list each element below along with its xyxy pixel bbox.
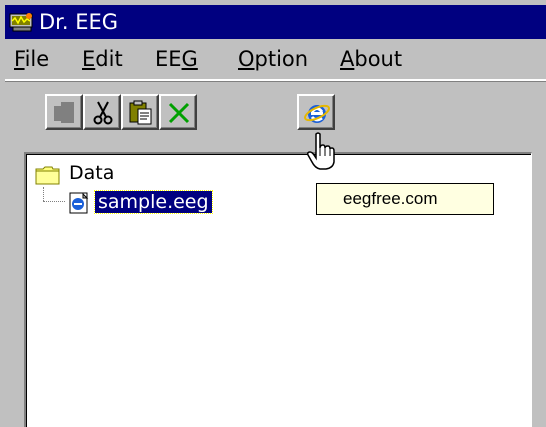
menu-eeg[interactable]: EEG [155,45,198,73]
app-icon [9,11,35,33]
menu-bar: File Edit EEG Option About [5,39,546,81]
web-button[interactable] [297,94,335,130]
tooltip: eegfree.com [316,183,494,215]
title-bar[interactable]: Dr. EEG [5,5,546,39]
copy-icon [54,102,74,123]
tree-node-label: Data [69,162,115,184]
toolbar [5,82,546,144]
menu-option[interactable]: Option [238,45,308,73]
clipboard-icon [129,100,152,125]
cut-button[interactable] [83,94,121,130]
scissors-icon [93,101,113,125]
paste-button[interactable] [121,94,159,130]
tree-connector [43,201,65,202]
app-window: Dr. EEG File Edit EEG Option About Data … [0,0,546,427]
copy-button[interactable] [45,94,83,130]
folder-icon [35,165,61,189]
x-icon [168,102,190,124]
menu-file[interactable]: File [14,45,49,73]
tree-node-label: sample.eeg [94,190,213,214]
window-title: Dr. EEG [39,10,119,34]
delete-button[interactable] [159,94,197,130]
hand-pointer-icon [306,132,338,176]
eeg-file-icon [67,191,91,219]
internet-explorer-icon [304,104,330,123]
tree-connector [43,187,44,201]
menu-about[interactable]: About [340,45,402,73]
menu-edit[interactable]: Edit [82,45,123,73]
